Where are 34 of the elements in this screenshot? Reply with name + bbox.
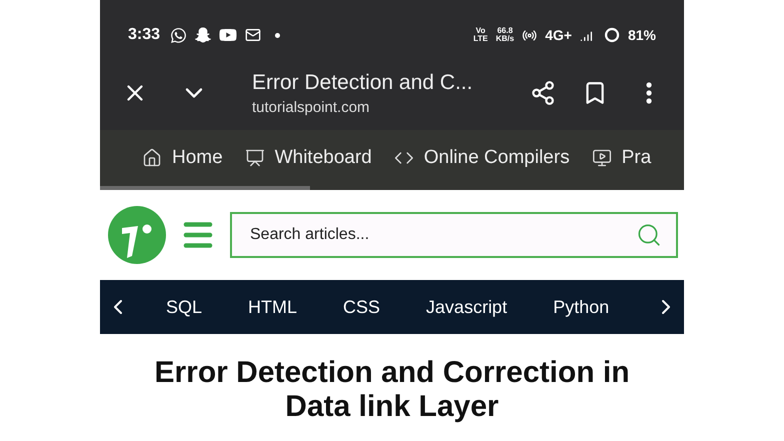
search-icon[interactable] (636, 222, 662, 248)
nav-link[interactable]: HTML (248, 296, 298, 318)
battery-icon (604, 27, 620, 43)
hotspot-icon (522, 28, 538, 42)
home-icon (142, 148, 162, 168)
network-speed: 66.8 KB/s (496, 27, 514, 43)
monitor-icon (592, 148, 612, 168)
more-button[interactable] (646, 82, 652, 104)
volte-label: Vo LTE (473, 27, 488, 43)
nav-link[interactable]: Python (553, 296, 610, 318)
ghost-icon (195, 27, 212, 43)
board-icon (244, 148, 265, 168)
share-icon (530, 80, 556, 106)
nav-link[interactable]: SQL (166, 296, 202, 318)
logo-icon (108, 206, 166, 264)
nav-link[interactable]: Javascript (426, 296, 508, 318)
clock-time: 3:33 (128, 26, 160, 44)
notification-dot (275, 32, 280, 38)
page-title: Error Detection and C... (252, 70, 474, 94)
mail-icon (245, 27, 262, 43)
bookmark-link[interactable]: Online Compilers (424, 147, 570, 169)
chat-icon (170, 26, 188, 44)
bookmark-link[interactable]: Pra (622, 147, 652, 169)
bookmark-link[interactable]: Home (172, 147, 223, 169)
page-url: tutorialspoint.com (252, 98, 371, 116)
share-button[interactable] (530, 80, 556, 106)
video-icon (219, 26, 238, 44)
search-field[interactable]: Search articles... (230, 212, 678, 258)
battery-percent: 81% (628, 27, 656, 43)
article-heading: Error Detection and Correction in Data link Layer (153, 356, 631, 424)
nav-link[interactable]: CSS (343, 296, 380, 318)
network-type: 4G+ (545, 27, 572, 43)
more-icon (646, 82, 652, 104)
bookmark-link[interactable]: Whiteboard (274, 147, 372, 169)
